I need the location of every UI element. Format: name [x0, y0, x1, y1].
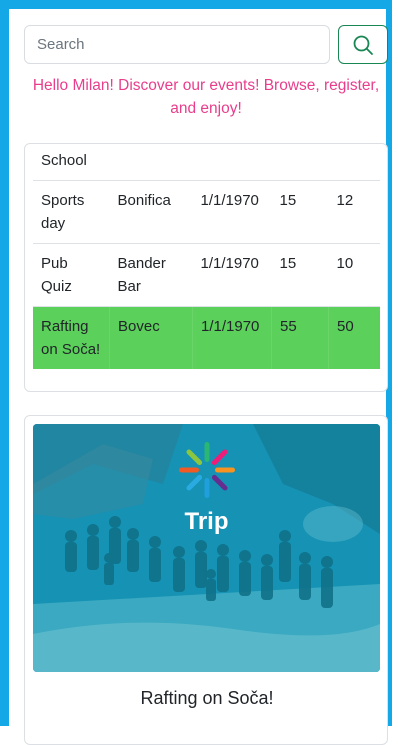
- table-row[interactable]: Pub Quiz Bander Bar 1/1/1970 15 10: [33, 243, 380, 307]
- events-table: in School Sports day Bonifica 1/1/1970 1…: [33, 144, 380, 369]
- event-name-cell: in School: [33, 144, 110, 181]
- search-input[interactable]: [24, 25, 330, 64]
- event-name-cell: Rafting on Soča!: [33, 306, 110, 369]
- search-button[interactable]: [338, 25, 388, 64]
- event-name-cell: Pub Quiz: [33, 243, 110, 307]
- greeting-text: Hello Milan! Discover our events! Browse…: [32, 77, 380, 117]
- event-registered-cell: 50: [328, 306, 380, 369]
- event-image-label: Trip: [184, 508, 229, 535]
- event-date-cell: [192, 144, 272, 181]
- table-row[interactable]: in School: [33, 144, 380, 181]
- event-capacity-cell: 15: [271, 243, 329, 307]
- search-bar: [24, 25, 388, 65]
- event-capacity-cell: [271, 144, 329, 181]
- table-row[interactable]: Sports day Bonifica 1/1/1970 15 12: [33, 180, 380, 244]
- event-title: Rafting on Soča!: [140, 688, 274, 708]
- event-registered-cell: 12: [328, 180, 380, 244]
- event-capacity-cell: 15: [271, 180, 329, 244]
- event-name-cell: Sports day: [33, 180, 110, 244]
- table-row-highlighted[interactable]: Rafting on Soča! Bovec 1/1/1970 55 50: [33, 306, 380, 369]
- event-date-cell: 1/1/1970: [192, 180, 272, 244]
- events-table-card: in School Sports day Bonifica 1/1/1970 1…: [24, 143, 388, 392]
- event-registered-cell: 10: [328, 243, 380, 307]
- events-table-scroll[interactable]: in School Sports day Bonifica 1/1/1970 1…: [33, 144, 380, 379]
- event-photo: [33, 424, 380, 672]
- event-card[interactable]: Trip Rafting on Soča!: [24, 415, 388, 745]
- event-image: Trip: [33, 424, 380, 672]
- event-place-cell: Bonifica: [109, 180, 193, 244]
- event-date-cell: 1/1/1970: [192, 243, 272, 307]
- search-icon: [353, 35, 373, 55]
- event-place-cell: Bovec: [109, 306, 193, 369]
- event-capacity-cell: 55: [271, 306, 329, 369]
- event-date-cell: 1/1/1970: [192, 306, 272, 369]
- event-registered-cell: [328, 144, 380, 181]
- event-place-cell: [109, 144, 193, 181]
- event-place-cell: Bander Bar: [109, 243, 193, 307]
